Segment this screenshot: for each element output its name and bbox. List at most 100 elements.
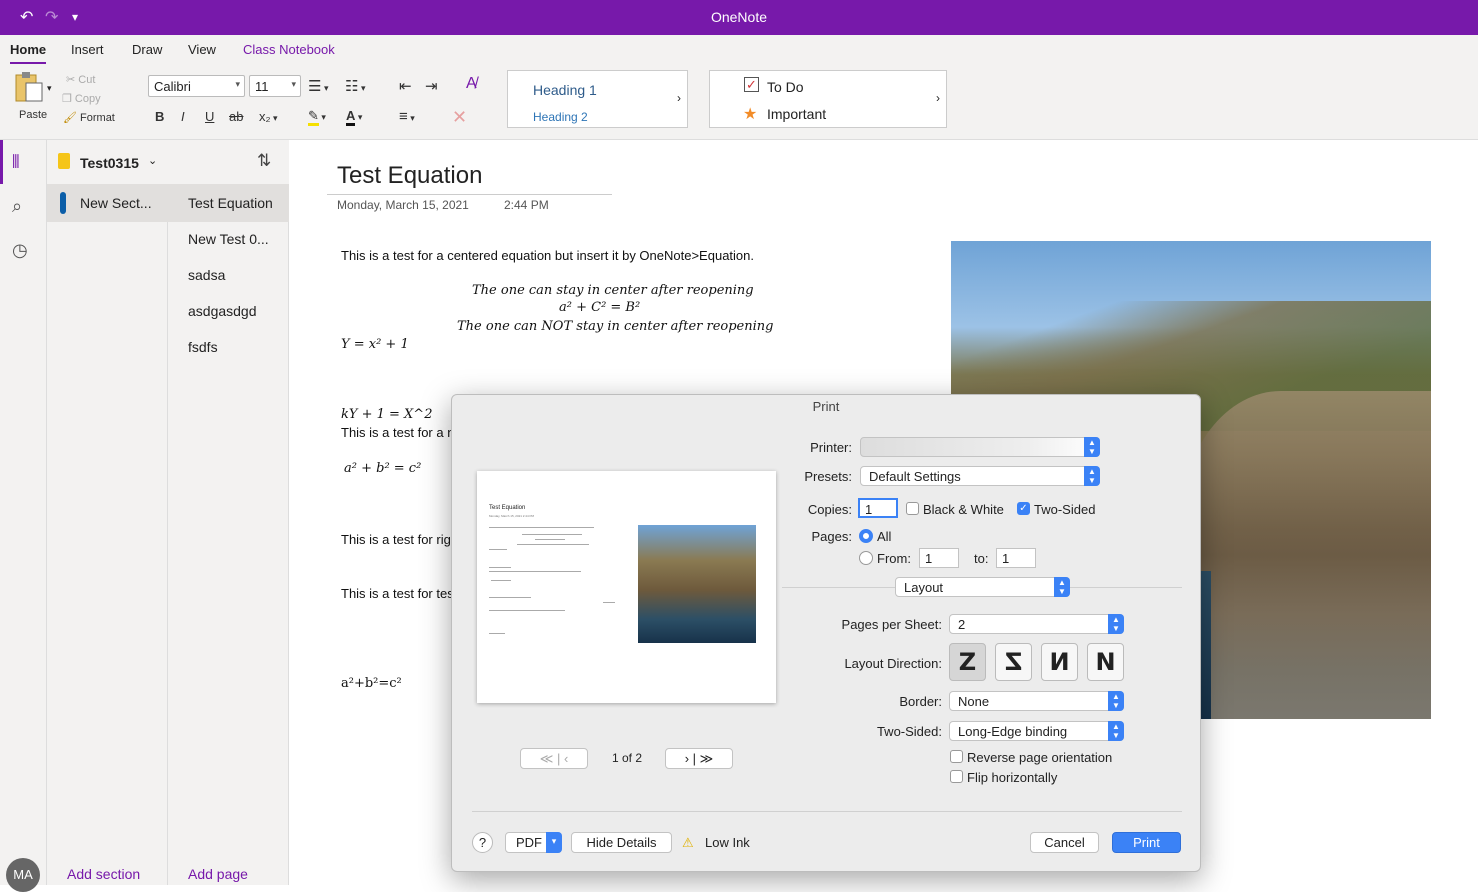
delete-icon[interactable]: ✕: [452, 107, 467, 128]
from-input[interactable]: 1: [919, 548, 959, 568]
copy-button[interactable]: ❐ Copy: [62, 92, 101, 105]
decrease-indent-icon[interactable]: ⇤: [399, 77, 412, 95]
note-text[interactable]: This is a test for a centered equation b…: [341, 248, 754, 263]
format-painter-button[interactable]: 🖌 Format: [63, 111, 115, 124]
two-sided-checkbox[interactable]: ✓: [1017, 502, 1030, 515]
tab-home[interactable]: Home: [10, 42, 47, 64]
page-item[interactable]: asdgasdgd: [188, 303, 257, 319]
preview-text-line: [489, 610, 565, 611]
strikethrough-button[interactable]: ab: [229, 109, 243, 124]
pdf-button[interactable]: PDF ▾: [505, 832, 562, 853]
pages-range-radio[interactable]: [859, 551, 873, 565]
tab-view[interactable]: View: [188, 42, 216, 57]
preview-nav-next-last[interactable]: › | ≫: [665, 748, 733, 769]
paste-button[interactable]: ▾ Paste: [12, 71, 56, 123]
pages-all-radio[interactable]: [859, 529, 873, 543]
black-white-checkbox[interactable]: [906, 502, 919, 515]
notebook-name[interactable]: Test0315: [80, 155, 139, 171]
section-item[interactable]: New Sect...: [47, 184, 168, 222]
copies-input[interactable]: 1: [858, 498, 898, 518]
layout-direction-reverse-z-icon[interactable]: Z: [995, 643, 1032, 681]
flip-horizontally-checkbox[interactable]: [950, 770, 963, 783]
paste-dropdown-icon[interactable]: ▾: [47, 83, 52, 94]
layout-direction-n-reverse-icon[interactable]: И: [1041, 643, 1078, 681]
chevron-left-icon[interactable]: ‹: [564, 751, 568, 766]
to-input[interactable]: 1: [996, 548, 1036, 568]
equation[interactable]: a² + b² = c²: [344, 461, 421, 476]
increase-indent-icon[interactable]: ⇥: [425, 77, 438, 95]
ribbon: ▾ Paste ✂ Cut ❐ Copy 🖌 Format Calibri ▾ 1…: [0, 65, 1478, 140]
printer-select[interactable]: ▲ ▼: [860, 437, 1100, 457]
print-button[interactable]: Print: [1112, 832, 1181, 853]
pages-per-sheet-select[interactable]: 2 ▲ ▼: [949, 614, 1124, 634]
numbering-button[interactable]: ☷ ▾: [345, 77, 365, 95]
equation[interactable]: a²+b²=c²: [341, 676, 402, 691]
pages-per-sheet-value: 2: [958, 617, 966, 632]
hide-details-button[interactable]: Hide Details: [571, 832, 672, 853]
presets-select[interactable]: Default Settings ▲ ▼: [860, 466, 1100, 486]
section-label: New Sect...: [80, 195, 152, 211]
equation[interactable]: kY + 1 = X^2: [341, 407, 432, 422]
add-section-button[interactable]: Add section: [67, 866, 140, 882]
tab-class-notebook[interactable]: Class Notebook: [243, 42, 335, 57]
page-item[interactable]: New Test 0...: [188, 231, 269, 247]
sort-icon[interactable]: ⇅: [257, 151, 271, 171]
avatar[interactable]: MA: [6, 858, 40, 892]
highlight-button[interactable]: ✎ ▾: [308, 108, 326, 126]
pages-label: Pages:: [811, 529, 852, 544]
search-icon[interactable]: ⌕: [12, 196, 22, 217]
note-text[interactable]: This is a test for tes: [341, 586, 454, 601]
font-color-button[interactable]: A ▾: [346, 108, 362, 126]
print-section-select[interactable]: Layout ▲ ▼: [895, 577, 1070, 597]
equation[interactable]: Y = x² + 1: [341, 337, 409, 352]
page-title[interactable]: Test Equation: [337, 162, 482, 190]
page-item[interactable]: sadsa: [188, 267, 225, 283]
double-chevron-left-icon[interactable]: ≪: [540, 751, 554, 766]
page-item-selected[interactable]: Test Equation: [168, 184, 289, 222]
preview-date: Monday, March 15, 2021 2:44 PM: [489, 514, 534, 518]
pdf-dropdown-icon[interactable]: ▾: [546, 832, 562, 853]
styles-more-icon[interactable]: ›: [677, 91, 681, 105]
double-chevron-right-icon[interactable]: ≫: [700, 751, 714, 766]
notebooks-icon[interactable]: ⫴: [12, 152, 20, 173]
two-sided-binding-select[interactable]: Long-Edge binding ▲ ▼: [949, 721, 1124, 741]
tag-important[interactable]: Important: [767, 106, 826, 122]
tab-insert[interactable]: Insert: [71, 42, 104, 57]
cancel-button[interactable]: Cancel: [1030, 832, 1099, 853]
page-item[interactable]: fsdfs: [188, 339, 218, 355]
border-label: Border:: [899, 694, 942, 709]
add-page-button[interactable]: Add page: [188, 866, 248, 882]
cut-button[interactable]: ✂ Cut: [66, 73, 95, 86]
star-icon: ★: [743, 106, 758, 123]
notebook-icon: [58, 153, 70, 169]
centered-equation[interactable]: a² + C² = B²: [559, 300, 640, 315]
recent-clock-icon[interactable]: ◷: [12, 240, 28, 261]
chevron-right-icon[interactable]: ›: [685, 751, 689, 766]
align-button[interactable]: ≡ ▾: [399, 108, 415, 125]
bullets-button[interactable]: ☰ ▾: [308, 77, 328, 95]
italic-button[interactable]: I: [181, 109, 185, 124]
layout-direction-n-icon[interactable]: N: [1087, 643, 1124, 681]
chevron-down-icon[interactable]: ⌄: [148, 154, 157, 167]
reverse-orientation-checkbox[interactable]: [950, 750, 963, 763]
centered-caption[interactable]: The one can stay in center after reopeni…: [472, 283, 754, 298]
bold-button[interactable]: B: [155, 109, 164, 124]
subscript-button[interactable]: x₂ ▾: [259, 109, 278, 124]
font-family-select[interactable]: Calibri ▾: [148, 75, 245, 97]
preview-text-line: [489, 549, 507, 550]
font-size-select[interactable]: 11 ▾: [249, 75, 301, 97]
tag-todo[interactable]: To Do: [767, 79, 804, 95]
style-heading-1[interactable]: Heading 1: [533, 82, 597, 98]
style-heading-2[interactable]: Heading 2: [533, 110, 588, 124]
centered-caption[interactable]: The one can NOT stay in center after reo…: [457, 319, 773, 334]
clear-formatting-icon[interactable]: A̸: [466, 75, 477, 93]
tab-draw[interactable]: Draw: [132, 42, 162, 57]
note-text[interactable]: This is a test for a n: [341, 425, 454, 440]
underline-button[interactable]: U: [205, 109, 214, 124]
note-text[interactable]: This is a test for rig: [341, 532, 451, 547]
layout-direction-z-icon[interactable]: Z: [949, 643, 986, 681]
help-button[interactable]: ?: [472, 832, 493, 853]
preview-nav-first-prev[interactable]: ≪ | ‹: [520, 748, 588, 769]
tags-more-icon[interactable]: ›: [936, 91, 940, 105]
border-select[interactable]: None ▲ ▼: [949, 691, 1124, 711]
